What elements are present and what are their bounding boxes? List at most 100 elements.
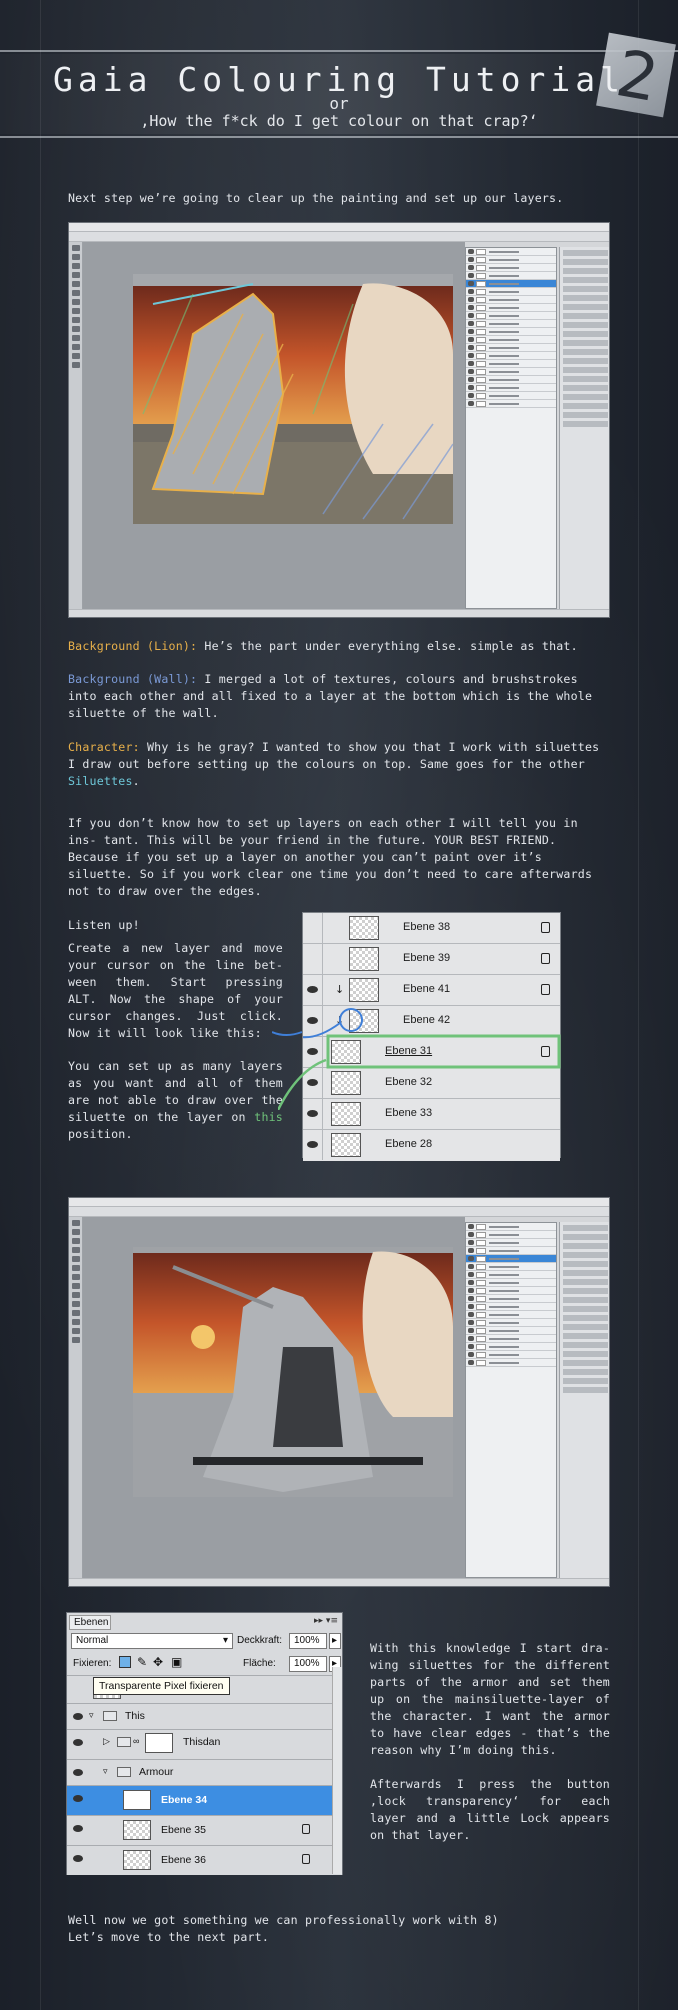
right-dock <box>559 247 609 609</box>
clip-arrow-icon: ↓ <box>335 983 345 996</box>
layer-name: Ebene 39 <box>403 952 451 964</box>
menu-bar <box>69 223 609 232</box>
layer-name: This <box>125 1710 145 1722</box>
eye-icon[interactable] <box>73 1769 83 1776</box>
photoshop-screenshot-2 <box>68 1197 610 1587</box>
lock-icon <box>541 953 550 964</box>
lock-transparency-button[interactable] <box>119 1656 131 1668</box>
layer-name: Ebene 35 <box>161 1824 206 1836</box>
panel-menu-icon[interactable]: ▸▸ ▾≡ <box>314 1616 338 1626</box>
wall-label: Background (Wall): <box>68 672 198 686</box>
opacity-input[interactable]: 100% <box>289 1633 327 1649</box>
layer-name: Armour <box>139 1766 174 1778</box>
eye-icon[interactable] <box>73 1713 83 1720</box>
layer-folder-this[interactable]: ▿ This <box>67 1703 342 1729</box>
right-text-1: With this knowledge I start dra- wing si… <box>370 1641 618 1757</box>
opacity-label: Deckkraft: <box>237 1635 283 1646</box>
folder-icon <box>103 1711 117 1721</box>
layer-name: Ebene 38 <box>403 921 451 933</box>
painting-layers <box>133 274 453 524</box>
this-word: this <box>254 1110 283 1124</box>
layer-row[interactable]: Ebene 38 <box>303 913 560 944</box>
layer-name: Ebene 34 <box>161 1794 208 1806</box>
eye-icon[interactable] <box>303 913 323 943</box>
lock-label: Fixieren: <box>73 1658 112 1669</box>
status-bar <box>69 1578 609 1586</box>
fill-input[interactable]: 100% <box>289 1656 327 1672</box>
layer-thumbnail <box>349 916 379 940</box>
canvas-area <box>83 1217 465 1580</box>
layer-name: Ebene 28 <box>385 1138 433 1150</box>
collapse-triangle-icon[interactable]: ▷ <box>103 1736 110 1747</box>
eye-icon[interactable] <box>73 1825 83 1832</box>
header-rule <box>0 50 678 52</box>
layer-name: Ebene 33 <box>385 1107 433 1119</box>
layer-thumbnail <box>349 978 379 1002</box>
status-bar <box>69 609 609 617</box>
move-lock-icon[interactable]: ✥ <box>153 1655 163 1669</box>
eye-icon[interactable] <box>303 1130 323 1160</box>
character-text: Why is he gray? I wanted to show you tha… <box>68 740 607 771</box>
clip-arrow-icon: ↓ <box>335 1014 345 1027</box>
chevron-down-icon: ▾ <box>222 1635 228 1646</box>
layers-panel: Ebenen ▸▸ ▾≡ Normal ▾ Deckkraft: 100% ▸ … <box>66 1612 343 1875</box>
options-bar <box>69 232 609 242</box>
layer-name: Ebene 36 <box>161 1854 206 1866</box>
tool-palette <box>69 1217 83 1578</box>
painting-art <box>133 274 453 524</box>
eye-icon[interactable] <box>73 1795 83 1802</box>
blend-mode-value: Normal <box>76 1635 109 1646</box>
layers-panel-small <box>465 1222 557 1578</box>
expand-triangle-icon[interactable]: ▿ <box>103 1766 108 1777</box>
lock-icon <box>541 1046 550 1057</box>
siluettes-word: Siluettes <box>68 774 133 788</box>
scrollbar[interactable] <box>332 1667 342 1874</box>
layer-row-thisdan[interactable]: ▷ ∞ Thisdan <box>67 1729 342 1759</box>
eye-icon[interactable] <box>303 975 323 1005</box>
menu-bar <box>69 1198 609 1207</box>
listen-body-2: You can set up as many layers as you wan… <box>68 1058 283 1143</box>
page-subtitle: ‚How the f*ck do I get colour on that cr… <box>140 112 538 130</box>
layer-row[interactable]: Ebene 28 <box>303 1130 560 1161</box>
lock-all-icon[interactable]: ▣ <box>171 1655 182 1669</box>
layer-name: Ebene 32 <box>385 1076 433 1088</box>
tooltip-lock-transparency: Transparente Pixel fixieren <box>93 1677 230 1695</box>
legend-lion: Background (Lion): He’s the part under e… <box>68 638 613 655</box>
layer-row-selected[interactable]: Ebene 34 <box>67 1785 342 1815</box>
link-icon: ∞ <box>133 1736 140 1746</box>
layers-panel-small <box>465 247 557 609</box>
layers-tab[interactable]: Ebenen <box>69 1615 111 1630</box>
layer-row[interactable]: ↓ Ebene 41 <box>303 975 560 1006</box>
outro-line-2: Let’s move to the next part. <box>68 1930 270 1944</box>
lock-icon <box>302 1824 310 1834</box>
background-stripe <box>638 0 639 2010</box>
blend-mode-select[interactable]: Normal ▾ <box>71 1633 233 1649</box>
character-label: Character: <box>68 740 140 754</box>
eye-icon[interactable] <box>73 1739 83 1746</box>
layer-row[interactable]: Ebene 39 <box>303 944 560 975</box>
lock-icon <box>541 984 550 995</box>
options-bar <box>69 1207 609 1217</box>
layer-name: Thisdan <box>183 1736 221 1748</box>
background-stripe <box>40 0 41 2010</box>
opacity-arrow-icon[interactable]: ▸ <box>329 1633 341 1649</box>
layer-name: Ebene 42 <box>403 1014 451 1026</box>
layer-name: Ebene 31 <box>385 1045 433 1057</box>
lion-label: Background (Lion): <box>68 639 198 653</box>
lock-icon <box>541 922 550 933</box>
legend-wall: Background (Wall): I merged a lot of tex… <box>68 671 613 722</box>
lion-text: He’s the part under everything else. sim… <box>197 639 578 653</box>
layer-name: Ebene 41 <box>403 983 451 995</box>
layer-thumbnail <box>123 1850 151 1870</box>
brush-lock-icon[interactable]: ✎ <box>137 1655 147 1669</box>
layer-row[interactable]: Ebene 35 <box>67 1815 342 1845</box>
expand-triangle-icon[interactable]: ▿ <box>89 1710 94 1721</box>
eye-icon[interactable] <box>303 944 323 974</box>
header-rule <box>0 136 678 138</box>
layer-thumbnail <box>123 1820 151 1840</box>
layer-row[interactable]: Ebene 36 <box>67 1845 342 1875</box>
layer-folder-armour[interactable]: ▿ Armour <box>67 1759 342 1785</box>
listen-body: Create a new layer and move your cursor … <box>68 941 291 1040</box>
eye-icon[interactable] <box>73 1855 83 1862</box>
tutorial-page: 2 Gaia Colouring Tutorial or ‚How the f*… <box>0 0 678 2010</box>
